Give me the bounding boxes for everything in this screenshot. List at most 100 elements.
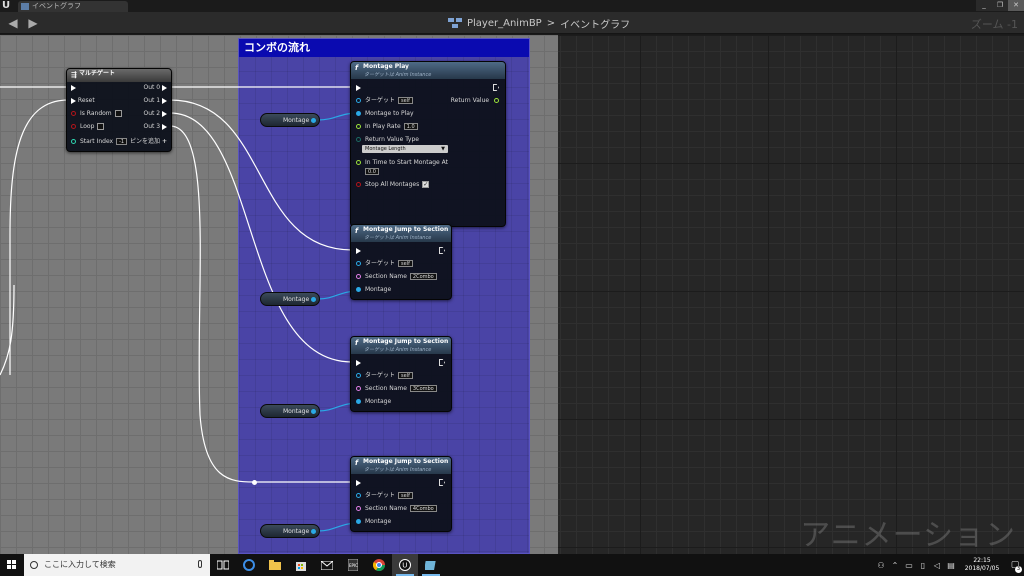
epic-launcher-button[interactable]: EPIC [340, 554, 366, 576]
jump-2-exec-out[interactable] [439, 358, 445, 368]
chevron-up-icon[interactable]: ⌃ [888, 561, 902, 570]
out1-pin[interactable]: Out 1 [143, 96, 167, 106]
taskbar-search-box[interactable]: ここに入力して検索 [24, 554, 210, 576]
jump-2-header[interactable]: f Montage Jump to Section ターゲットは Anim In… [351, 337, 451, 354]
close-button[interactable]: ✕ [1008, 0, 1024, 11]
jump-1-montage-pin[interactable]: Montage [356, 285, 391, 295]
return-value-pin[interactable]: Return Value [451, 96, 499, 106]
chrome-button[interactable] [366, 554, 392, 576]
in-time-to-start-label: In Time to Start Montage At [365, 159, 449, 166]
document-tab[interactable]: イベントグラフ [18, 1, 128, 12]
multigate-exec-in-pin[interactable] [71, 83, 76, 93]
montage-jump-node-1[interactable]: f Montage Jump to Section ターゲットは Anim In… [350, 224, 452, 300]
jump-1-section-pin[interactable]: Section Name 2Combo [356, 272, 437, 282]
breadcrumb-graph[interactable]: イベントグラフ [560, 16, 630, 31]
stop-all-montages-checkbox[interactable]: ✓ [422, 181, 430, 188]
add-pin-button[interactable]: ピンを追加 + [130, 137, 167, 147]
montage-variable-3[interactable]: Montage [260, 404, 320, 418]
battery-icon[interactable]: ▯ [916, 561, 930, 570]
keyboard-icon[interactable]: ▤ [944, 561, 958, 570]
jump-2-target-value: self [398, 372, 413, 379]
montage-variable-1[interactable]: Montage [260, 113, 320, 127]
action-center-button[interactable]: ▢ 3 [1006, 560, 1024, 573]
start-index-value[interactable]: -1 [116, 138, 128, 145]
montage-variable-4[interactable]: Montage [260, 524, 320, 538]
multigate-reset-pin[interactable]: Reset [71, 96, 95, 106]
taskbar-clock[interactable]: 22:15 2018/07/05 [958, 557, 1006, 573]
volume-icon[interactable]: ◁ [930, 561, 944, 570]
jump-2-exec-in[interactable] [356, 358, 361, 368]
store-button[interactable] [288, 554, 314, 576]
out0-pin[interactable]: Out 0 [143, 83, 167, 93]
montage-variable-4-pin[interactable] [311, 529, 316, 534]
ue-editor-window: U イベントグラフ _ ❐ ✕ ◀ ▶ Player_AnimBP > イベント… [0, 0, 1024, 576]
app-button[interactable] [418, 554, 444, 576]
in-time-to-start-field[interactable]: 0.0 [365, 167, 379, 177]
windows-logo-icon [7, 560, 17, 570]
edge-browser-button[interactable] [236, 554, 262, 576]
search-icon [30, 561, 38, 569]
montage-play-header[interactable]: f Montage Play ターゲットは Anim Instance [351, 62, 505, 79]
task-view-button[interactable] [210, 554, 236, 576]
montage-play-exec-in[interactable] [356, 83, 361, 93]
jump-1-exec-in[interactable] [356, 246, 361, 256]
montage-play-target-pin[interactable]: ターゲット self [356, 96, 413, 106]
file-explorer-button[interactable] [262, 554, 288, 576]
maximize-button[interactable]: ❐ [992, 0, 1008, 11]
jump-3-exec-out[interactable] [439, 478, 445, 488]
in-time-to-start-value[interactable]: 0.0 [365, 168, 379, 175]
reroute-node[interactable] [252, 480, 257, 485]
start-button[interactable] [0, 554, 24, 576]
in-play-rate-pin[interactable]: In Play Rate 1.0 [356, 122, 418, 132]
multigate-header[interactable]: ⇶ マルチゲート [67, 69, 171, 82]
jump-3-target-pin[interactable]: ターゲット self [356, 491, 413, 501]
jump-2-section-value[interactable]: 3Combo [409, 385, 437, 392]
montage-jump-node-2[interactable]: f Montage Jump to Section ターゲットは Anim In… [350, 336, 452, 412]
montage-play-node[interactable]: f Montage Play ターゲットは Anim Instance ターゲッ… [350, 61, 506, 227]
jump-3-section-value[interactable]: 4Combo [409, 505, 437, 512]
jump-1-exec-out[interactable] [439, 246, 445, 256]
montage-variable-2-pin[interactable] [311, 297, 316, 302]
multigate-is-random-pin[interactable]: Is Random [71, 109, 122, 119]
jump-1-section-value[interactable]: 2Combo [409, 273, 437, 280]
return-value-type-pin[interactable]: Return Value Type [356, 135, 419, 145]
jump-3-exec-in[interactable] [356, 478, 361, 488]
montage-variable-1-pin[interactable] [311, 118, 316, 123]
jump-3-target-value: self [398, 492, 413, 499]
stop-all-montages-pin[interactable]: Stop All Montages ✓ [356, 180, 430, 190]
out3-pin[interactable]: Out 3 [143, 122, 167, 132]
graph-canvas[interactable]: コンボの流れ ⇶ マルチゲート Reset Is Random Loop Sta… [0, 35, 1024, 554]
jump-1-header[interactable]: f Montage Jump to Section ターゲットは Anim In… [351, 225, 451, 242]
minimize-button[interactable]: _ [976, 0, 992, 11]
jump-2-section-pin[interactable]: Section Name 3Combo [356, 384, 437, 394]
jump-3-montage-pin[interactable]: Montage [356, 517, 391, 527]
montage-to-play-pin[interactable]: Montage to Play [356, 109, 414, 119]
montage-jump-node-3[interactable]: f Montage Jump to Section ターゲットは Anim In… [350, 456, 452, 532]
jump-3-header[interactable]: f Montage Jump to Section ターゲットは Anim In… [351, 457, 451, 474]
multigate-loop-pin[interactable]: Loop [71, 122, 105, 132]
comment-title[interactable]: コンボの流れ [239, 39, 529, 57]
is-random-checkbox[interactable] [114, 110, 122, 117]
forward-arrow-icon[interactable]: ▶ [26, 16, 40, 30]
jump-2-montage-pin[interactable]: Montage [356, 397, 391, 407]
mail-button[interactable] [314, 554, 340, 576]
network-icon[interactable]: ▭ [902, 561, 916, 570]
return-value-type-dropdown[interactable]: Montage Length [362, 145, 448, 153]
multigate-start-index-pin[interactable]: Start Index -1 [71, 137, 128, 147]
unreal-editor-button[interactable]: U [392, 554, 418, 576]
out2-label: Out 2 [143, 110, 161, 117]
jump-3-section-pin[interactable]: Section Name 4Combo [356, 504, 437, 514]
back-arrow-icon[interactable]: ◀ [6, 16, 20, 30]
breadcrumb-blueprint[interactable]: Player_AnimBP [467, 18, 542, 29]
multigate-node[interactable]: ⇶ マルチゲート Reset Is Random Loop Start Inde… [66, 68, 172, 152]
people-icon[interactable]: ⚇ [874, 561, 888, 570]
montage-variable-3-pin[interactable] [311, 409, 316, 414]
out2-pin[interactable]: Out 2 [143, 109, 167, 119]
microphone-icon[interactable] [198, 560, 202, 568]
jump-2-target-pin[interactable]: ターゲット self [356, 371, 413, 381]
montage-play-exec-out[interactable] [488, 83, 499, 93]
in-play-rate-value[interactable]: 1.0 [403, 123, 418, 130]
montage-variable-2[interactable]: Montage [260, 292, 320, 306]
loop-checkbox[interactable] [97, 123, 105, 130]
jump-1-target-pin[interactable]: ターゲット self [356, 259, 413, 269]
